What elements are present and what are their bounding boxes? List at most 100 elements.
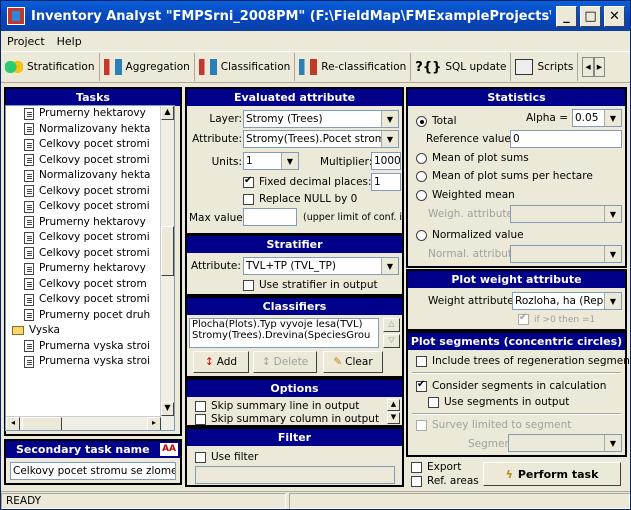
mean-plot-sums-radio[interactable]: [416, 152, 427, 164]
tree-scroll-left[interactable]: ◂: [6, 417, 20, 430]
tree-item[interactable]: Prumerny pocet druh: [24, 308, 174, 324]
attribute-select[interactable]: Stromy(Trees).Pocet stromu(▼: [243, 130, 399, 148]
secondary-task-header: Secondary task name AA: [6, 441, 180, 458]
segment-select[interactable]: ▼: [508, 434, 622, 452]
close-button[interactable]: ✕: [604, 6, 625, 27]
tree-scroll-thumb[interactable]: [161, 226, 174, 276]
weight-hint-checkbox[interactable]: [518, 312, 529, 325]
tree-item[interactable]: Celkovy pocet stromi: [24, 137, 174, 153]
survey-limited-checkbox[interactable]: [416, 419, 427, 431]
tree-item[interactable]: Celkovy pocet stromi: [24, 246, 174, 262]
use-segments-row: Use segments in output: [428, 396, 569, 408]
tree-item[interactable]: Celkovy pocet stromi: [24, 292, 174, 308]
tree-hscroll-thumb[interactable]: [22, 417, 62, 430]
document-icon: [24, 309, 34, 322]
clear-classifiers-button[interactable]: ✎ Clear: [323, 351, 383, 373]
tree-item[interactable]: Prumerny hektarovy: [24, 215, 174, 231]
weighted-mean-radio[interactable]: [416, 189, 427, 201]
tree-folder[interactable]: Vyska: [12, 323, 174, 339]
filter-panel: Filter Use filter: [185, 427, 404, 487]
fixed-decimal-checkbox[interactable]: [243, 175, 254, 188]
move-down-icon[interactable]: ▽: [383, 334, 400, 348]
ref-areas-row: Ref. areas: [411, 475, 479, 487]
toolbar-scroll-right[interactable]: ▸: [593, 57, 605, 77]
task-tree[interactable]: Prumerny hektarovy Normalizovany hekta Cel…: [5, 105, 175, 431]
stratifier-select[interactable]: TVL+TP (TVL_TP) ▼: [243, 257, 399, 275]
replace-null-checkbox[interactable]: [243, 193, 254, 205]
classifiers-list[interactable]: Plocha(Plots).Typ vyvoje lesa(TVL) Strom…: [189, 318, 379, 348]
tree-item[interactable]: Normalizovany hekta: [24, 168, 174, 184]
normalized-value-radio[interactable]: [416, 229, 427, 241]
maximize-button[interactable]: □: [580, 6, 601, 27]
tree-item[interactable]: Prumerny hektarovy: [24, 261, 174, 277]
layer-select[interactable]: Stromy (Trees) ▼: [243, 110, 399, 128]
ref-areas-checkbox[interactable]: [411, 475, 422, 487]
multiplier-input[interactable]: 1000: [371, 152, 401, 170]
perform-task-button[interactable]: ϟ Perform task: [483, 462, 621, 486]
mean-per-hectare-radio[interactable]: [416, 170, 427, 182]
tree-item[interactable]: Celkovy pocet stromi: [24, 184, 174, 200]
skip-summary-column-checkbox[interactable]: [195, 413, 206, 425]
scripts-button[interactable]: Scripts: [511, 53, 579, 81]
status-bar: READY: [1, 491, 630, 509]
tree-item[interactable]: Celkovy pocet strom: [24, 277, 174, 293]
tree-item[interactable]: Prumerna vyska stroi: [24, 354, 174, 370]
multiplier-label: Multiplier:: [320, 156, 373, 168]
tree-item[interactable]: Normalizovany hekta: [24, 122, 174, 138]
tree-item[interactable]: Celkovy pocet stromi: [24, 199, 174, 215]
tree-item[interactable]: Celkovy pocet stromi: [24, 153, 174, 169]
tree-vertical-scrollbar[interactable]: ▲ ▼: [160, 106, 174, 430]
minimize-button[interactable]: _: [556, 6, 577, 27]
weight-attribute-select[interactable]: Rozloha, ha (Repre ▼: [512, 292, 622, 310]
filter-input[interactable]: [195, 466, 395, 484]
aggregation-button[interactable]: Aggregation: [100, 53, 195, 81]
sql-update-button[interactable]: ?{} SQL update: [411, 53, 512, 81]
skip-summary-line-checkbox[interactable]: [195, 400, 206, 412]
stratification-button[interactable]: Stratification: [1, 53, 100, 81]
include-regeneration-checkbox[interactable]: [416, 355, 427, 367]
tree-scroll-down[interactable]: ▼: [161, 402, 174, 416]
tree-item[interactable]: Prumerny hektarovy: [24, 106, 174, 122]
tree-item[interactable]: Celkovy pocet stromi: [24, 230, 174, 246]
add-classifier-button[interactable]: ↕ Add: [193, 351, 249, 373]
alpha-select[interactable]: 0.05 ▼: [572, 109, 622, 127]
options-scroll-up[interactable]: ▲: [387, 399, 400, 411]
move-up-icon[interactable]: △: [383, 318, 400, 332]
secondary-task-input[interactable]: Celkovy pocet stromu se zlome: [10, 462, 176, 480]
use-filter-checkbox[interactable]: [195, 451, 206, 463]
fixed-decimal-input[interactable]: 1: [371, 173, 401, 191]
tree-horizontal-scrollbar[interactable]: ◂ ▸: [6, 416, 161, 430]
total-radio[interactable]: [416, 115, 427, 127]
statistics-panel: Statistics Total Alpha = 0.05 ▼ Reference…: [406, 87, 627, 268]
reference-value-input[interactable]: 0: [510, 130, 622, 148]
max-value-input[interactable]: [243, 208, 297, 226]
normal-attribute-select[interactable]: ▼: [510, 245, 622, 263]
tree-scroll-up[interactable]: ▲: [161, 106, 174, 120]
secondary-task-panel: Secondary task name AA Celkovy pocet stro…: [4, 439, 182, 485]
tree-item[interactable]: Prumerna vyska stroi: [24, 339, 174, 355]
classifier-item[interactable]: Plocha(Plots).Typ vyvoje lesa(TVL): [190, 319, 378, 330]
export-checkbox[interactable]: [411, 461, 422, 473]
document-icon: [24, 107, 34, 120]
menu-project[interactable]: Project: [1, 35, 51, 48]
evaluated-attribute-header: Evaluated attribute: [187, 89, 402, 106]
use-segments-checkbox[interactable]: [428, 396, 439, 408]
weigh-attribute-select[interactable]: ▼: [510, 205, 622, 223]
font-aa-icon[interactable]: AA: [160, 443, 178, 456]
consider-segments-row: Consider segments in calculation: [416, 379, 606, 392]
tree-scroll-right[interactable]: ▸: [147, 417, 161, 430]
consider-segments-checkbox[interactable]: [416, 379, 427, 392]
use-stratifier-checkbox[interactable]: [243, 279, 254, 291]
plot-segments-panel: Plot segments (concentric circles) Inclu…: [406, 331, 631, 457]
toolbar-scroll-left[interactable]: ◂: [582, 57, 594, 77]
classifiers-panel: Classifiers Plocha(Plots).Typ vyvoje les…: [185, 296, 404, 378]
document-icon: [24, 247, 34, 260]
units-select[interactable]: 1 ▼: [243, 152, 299, 170]
options-scroll-down[interactable]: ▼: [387, 412, 400, 424]
reclassification-button[interactable]: Re-classification: [295, 53, 412, 81]
delete-classifier-button[interactable]: ↕ Delete: [253, 351, 317, 373]
chevron-down-icon: ▼: [604, 206, 621, 222]
classification-button[interactable]: Classification: [195, 53, 296, 81]
menu-help[interactable]: Help: [51, 35, 88, 48]
classifier-item[interactable]: Stromy(Trees).Drevina(SpeciesGrou: [190, 330, 378, 341]
